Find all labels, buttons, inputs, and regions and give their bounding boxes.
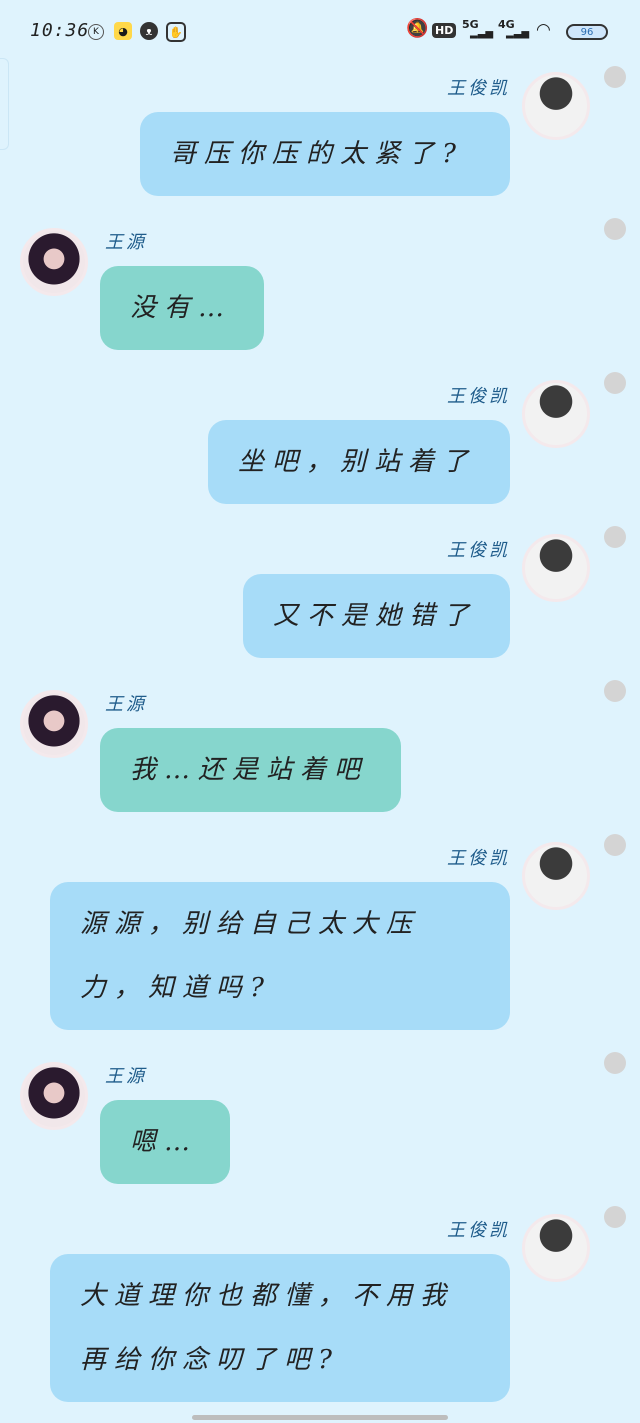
message-bubble[interactable]: 嗯… <box>100 1100 230 1184</box>
message-text: 又不是她错了 <box>273 601 478 631</box>
message-bubble[interactable]: 没有… <box>100 266 264 350</box>
message-text: 嗯… <box>130 1127 199 1157</box>
qq-icon: ◕ <box>114 22 132 40</box>
k-icon: K <box>88 24 104 40</box>
avatar[interactable] <box>522 534 590 602</box>
message-text: 源源，别给自己太大压 <box>80 909 421 939</box>
edge-handle[interactable] <box>0 58 9 150</box>
cat-icon: ᴥ <box>140 22 158 40</box>
message-dot[interactable] <box>604 680 626 702</box>
sender-name: 王源 <box>105 1066 147 1087</box>
avatar[interactable] <box>20 690 88 758</box>
message-dot[interactable] <box>604 66 626 88</box>
sender-name: 王俊凯 <box>447 540 510 561</box>
message-text: 我…还是站着吧 <box>130 755 369 785</box>
wifi-icon: ◠ <box>536 20 551 40</box>
message-bubble[interactable]: 哥压你压的太紧了? <box>140 112 510 196</box>
message-bubble[interactable]: 大道理你也都懂，不用我 再给你念叨了吧? <box>50 1254 510 1402</box>
message-text: 大道理你也都懂，不用我 <box>80 1281 455 1311</box>
signal-icon: ▂▃▅ <box>470 28 494 39</box>
avatar[interactable] <box>522 1214 590 1282</box>
mute-icon: 🔕 <box>406 18 429 39</box>
message-dot[interactable] <box>604 218 626 240</box>
avatar[interactable] <box>20 1062 88 1130</box>
status-bar: 10:36 K ◕ ᴥ ✋ 🔕 HD 5G ▂▃▅ 4G ▂▃▅ ◠ 96 <box>0 0 640 64</box>
message-bubble[interactable]: 又不是她错了 <box>243 574 510 658</box>
message-dot[interactable] <box>604 372 626 394</box>
sender-name: 王俊凯 <box>447 386 510 407</box>
message-dot[interactable] <box>604 834 626 856</box>
message-text: 再给你念叨了吧? <box>80 1345 340 1375</box>
battery-icon: 96 <box>566 24 608 40</box>
status-time: 10:36 <box>30 20 90 41</box>
hd-badge: HD <box>432 23 457 38</box>
message-dot[interactable] <box>604 1206 626 1228</box>
message-text: 坐吧，别站着了 <box>238 447 477 477</box>
message-dot[interactable] <box>604 526 626 548</box>
home-indicator[interactable] <box>192 1415 448 1420</box>
message-text: 没有… <box>130 293 233 323</box>
sender-name: 王源 <box>105 694 147 715</box>
avatar[interactable] <box>522 380 590 448</box>
sender-name: 王源 <box>105 232 147 253</box>
sender-name: 王俊凯 <box>447 1220 510 1241</box>
message-bubble[interactable]: 我…还是站着吧 <box>100 728 401 812</box>
avatar[interactable] <box>522 842 590 910</box>
hand-icon: ✋ <box>166 22 186 42</box>
sender-name: 王俊凯 <box>447 78 510 99</box>
message-bubble[interactable]: 源源，别给自己太大压 力，知道吗? <box>50 882 510 1030</box>
message-text: 力，知道吗? <box>80 973 272 1003</box>
message-dot[interactable] <box>604 1052 626 1074</box>
message-bubble[interactable]: 坐吧，别站着了 <box>208 420 510 504</box>
message-text: 哥压你压的太紧了? <box>170 139 464 169</box>
battery-level: 96 <box>580 26 594 38</box>
avatar[interactable] <box>20 228 88 296</box>
signal-icon: ▂▃▅ <box>506 28 530 39</box>
avatar[interactable] <box>522 72 590 140</box>
sender-name: 王俊凯 <box>447 848 510 869</box>
